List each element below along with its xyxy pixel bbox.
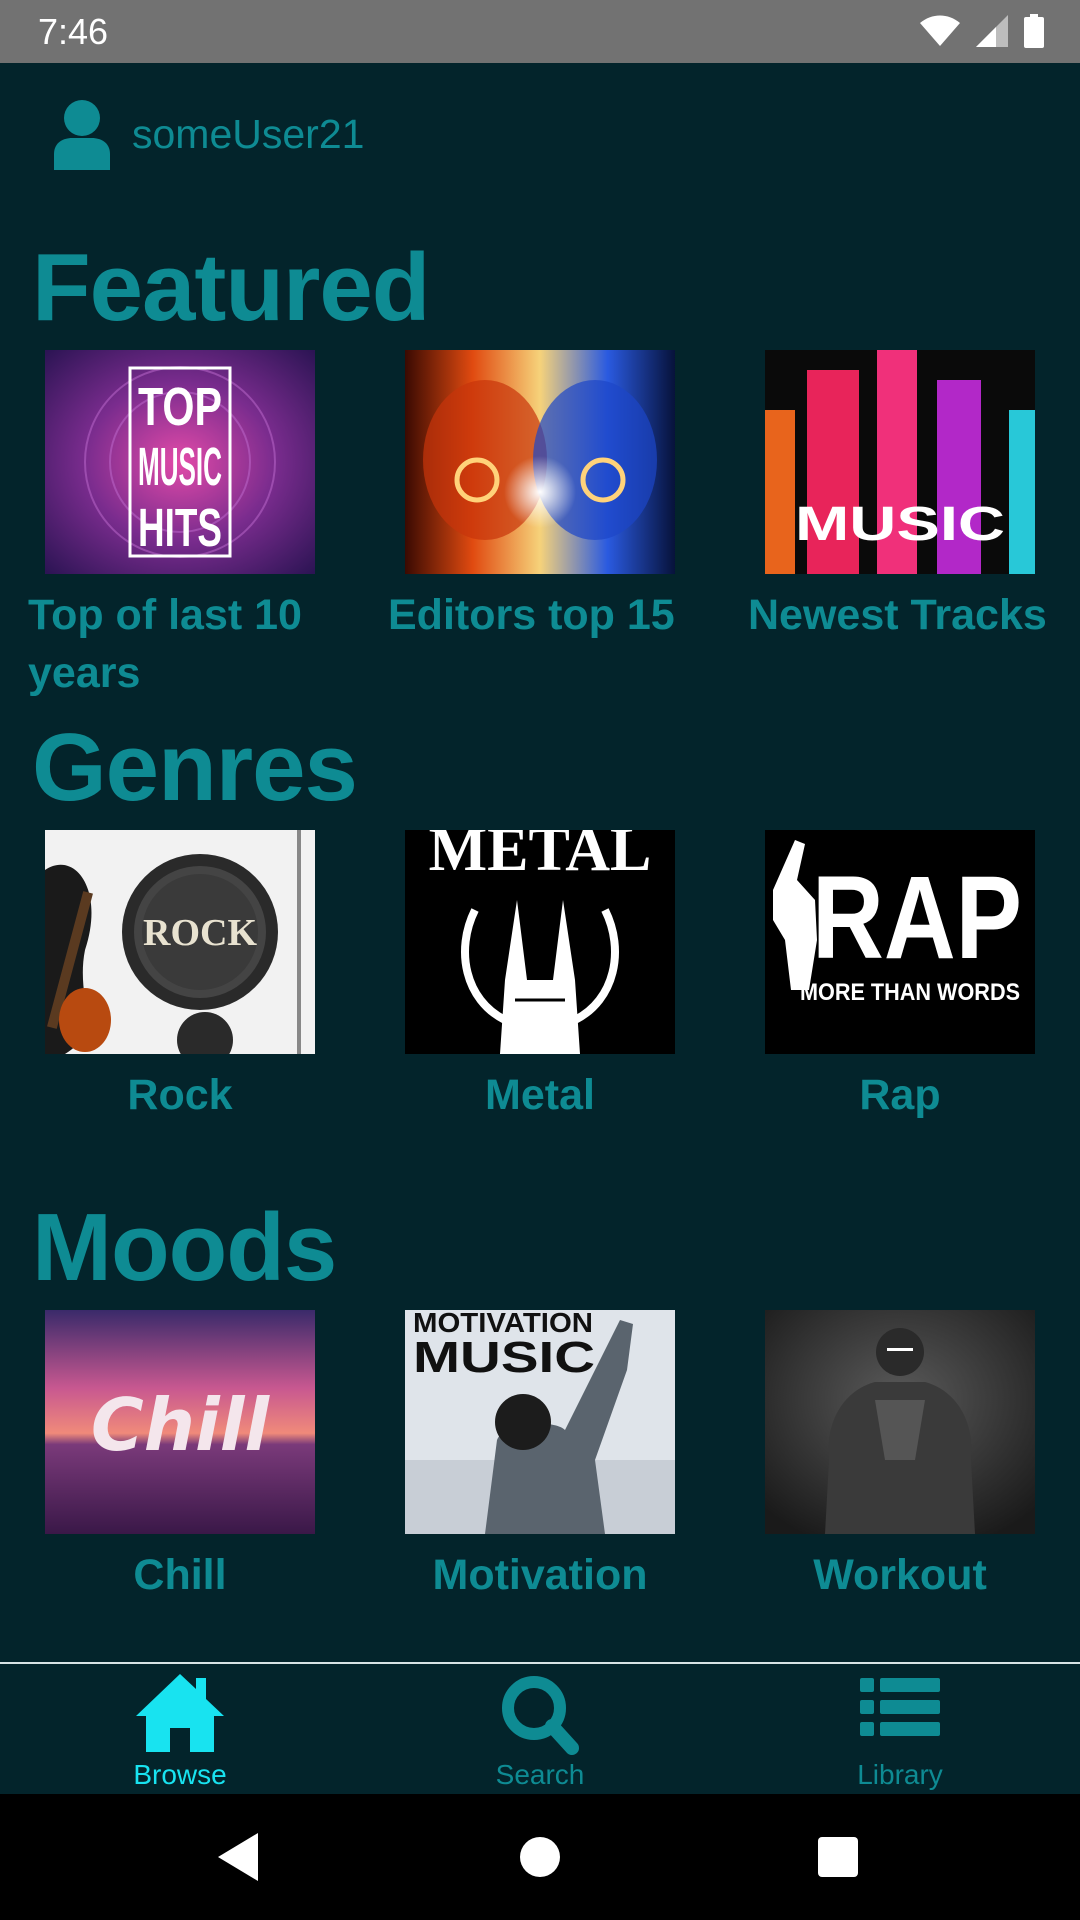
recents-icon[interactable] [808, 1827, 868, 1887]
nav-label: Library [857, 1759, 943, 1790]
nav-browse[interactable]: Browse [0, 1664, 360, 1794]
card-label: Top of last 10 years [28, 591, 302, 697]
art-text-metal: METAL [429, 830, 652, 884]
genre-artwork: ROCK [45, 830, 315, 1054]
art-text-music: MUSIC [138, 437, 222, 497]
nav-library[interactable]: Library [720, 1664, 1080, 1794]
genres-row: ROCK Rock METAL Metal RAP MORE THAN WORD… [0, 830, 1080, 1119]
genre-artwork: METAL [405, 830, 675, 1054]
section-title-featured: Featured [32, 234, 430, 341]
featured-row: TOP MUSIC HITS Top of last 10 years Edit… [0, 350, 1080, 697]
status-icons [920, 13, 1044, 49]
art-text-top: TOP [138, 377, 222, 437]
signal-icon [976, 15, 1008, 47]
card-label: Workout [813, 1551, 987, 1599]
username: someUser21 [132, 111, 365, 157]
section-title-moods: Moods [32, 1194, 337, 1301]
art-subtext: MORE THAN WORDS [800, 979, 1020, 1006]
playlist-artwork [405, 350, 675, 574]
bottom-navigation: Browse Search Library [0, 1662, 1080, 1794]
art-text-rap: RAP [812, 852, 1022, 984]
user-profile[interactable]: someUser21 [52, 98, 364, 170]
back-icon[interactable] [210, 1827, 270, 1887]
section-title-genres: Genres [32, 714, 358, 821]
genre-artwork: RAP MORE THAN WORDS [765, 830, 1035, 1054]
person-icon [54, 100, 110, 170]
list-icon [860, 1678, 940, 1736]
status-bar: 7:46 [0, 0, 1080, 63]
nav-search[interactable]: Search [360, 1664, 720, 1794]
nav-label: Browse [133, 1759, 227, 1790]
card-label: Editors top 15 [388, 591, 675, 639]
card-label: Metal [485, 1071, 595, 1119]
card-label: Motivation [432, 1551, 648, 1599]
search-icon [502, 1676, 579, 1755]
home-circle-icon[interactable] [510, 1827, 570, 1887]
art-text-rock: ROCK [143, 912, 257, 954]
art-text-chill: Chill [91, 1383, 270, 1467]
mood-artwork: MOTIVATION MUSIC [405, 1310, 675, 1534]
home-icon [136, 1674, 224, 1752]
card-label: Chill [133, 1551, 227, 1599]
moods-row: Chill Chill MOTIVATION MUSIC Motivation [0, 1310, 1080, 1599]
card-label: Newest Tracks [748, 591, 1047, 639]
mood-artwork [765, 1310, 1035, 1534]
card-label: Rock [127, 1071, 233, 1119]
mood-artwork: Chill [45, 1310, 315, 1534]
system-navigation-bar [0, 1794, 1080, 1920]
playlist-artwork: MUSIC [765, 350, 1035, 574]
card-label: Rap [859, 1071, 941, 1119]
wifi-icon [920, 15, 960, 46]
art-text-music: MUSIC [795, 498, 1005, 551]
playlist-artwork: TOP MUSIC HITS [45, 350, 315, 574]
battery-icon [1024, 14, 1044, 48]
nav-label: Search [495, 1759, 585, 1790]
status-time: 7:46 [38, 11, 109, 52]
art-text-music: MUSIC [413, 1333, 595, 1382]
art-text-hits: HITS [138, 498, 222, 558]
